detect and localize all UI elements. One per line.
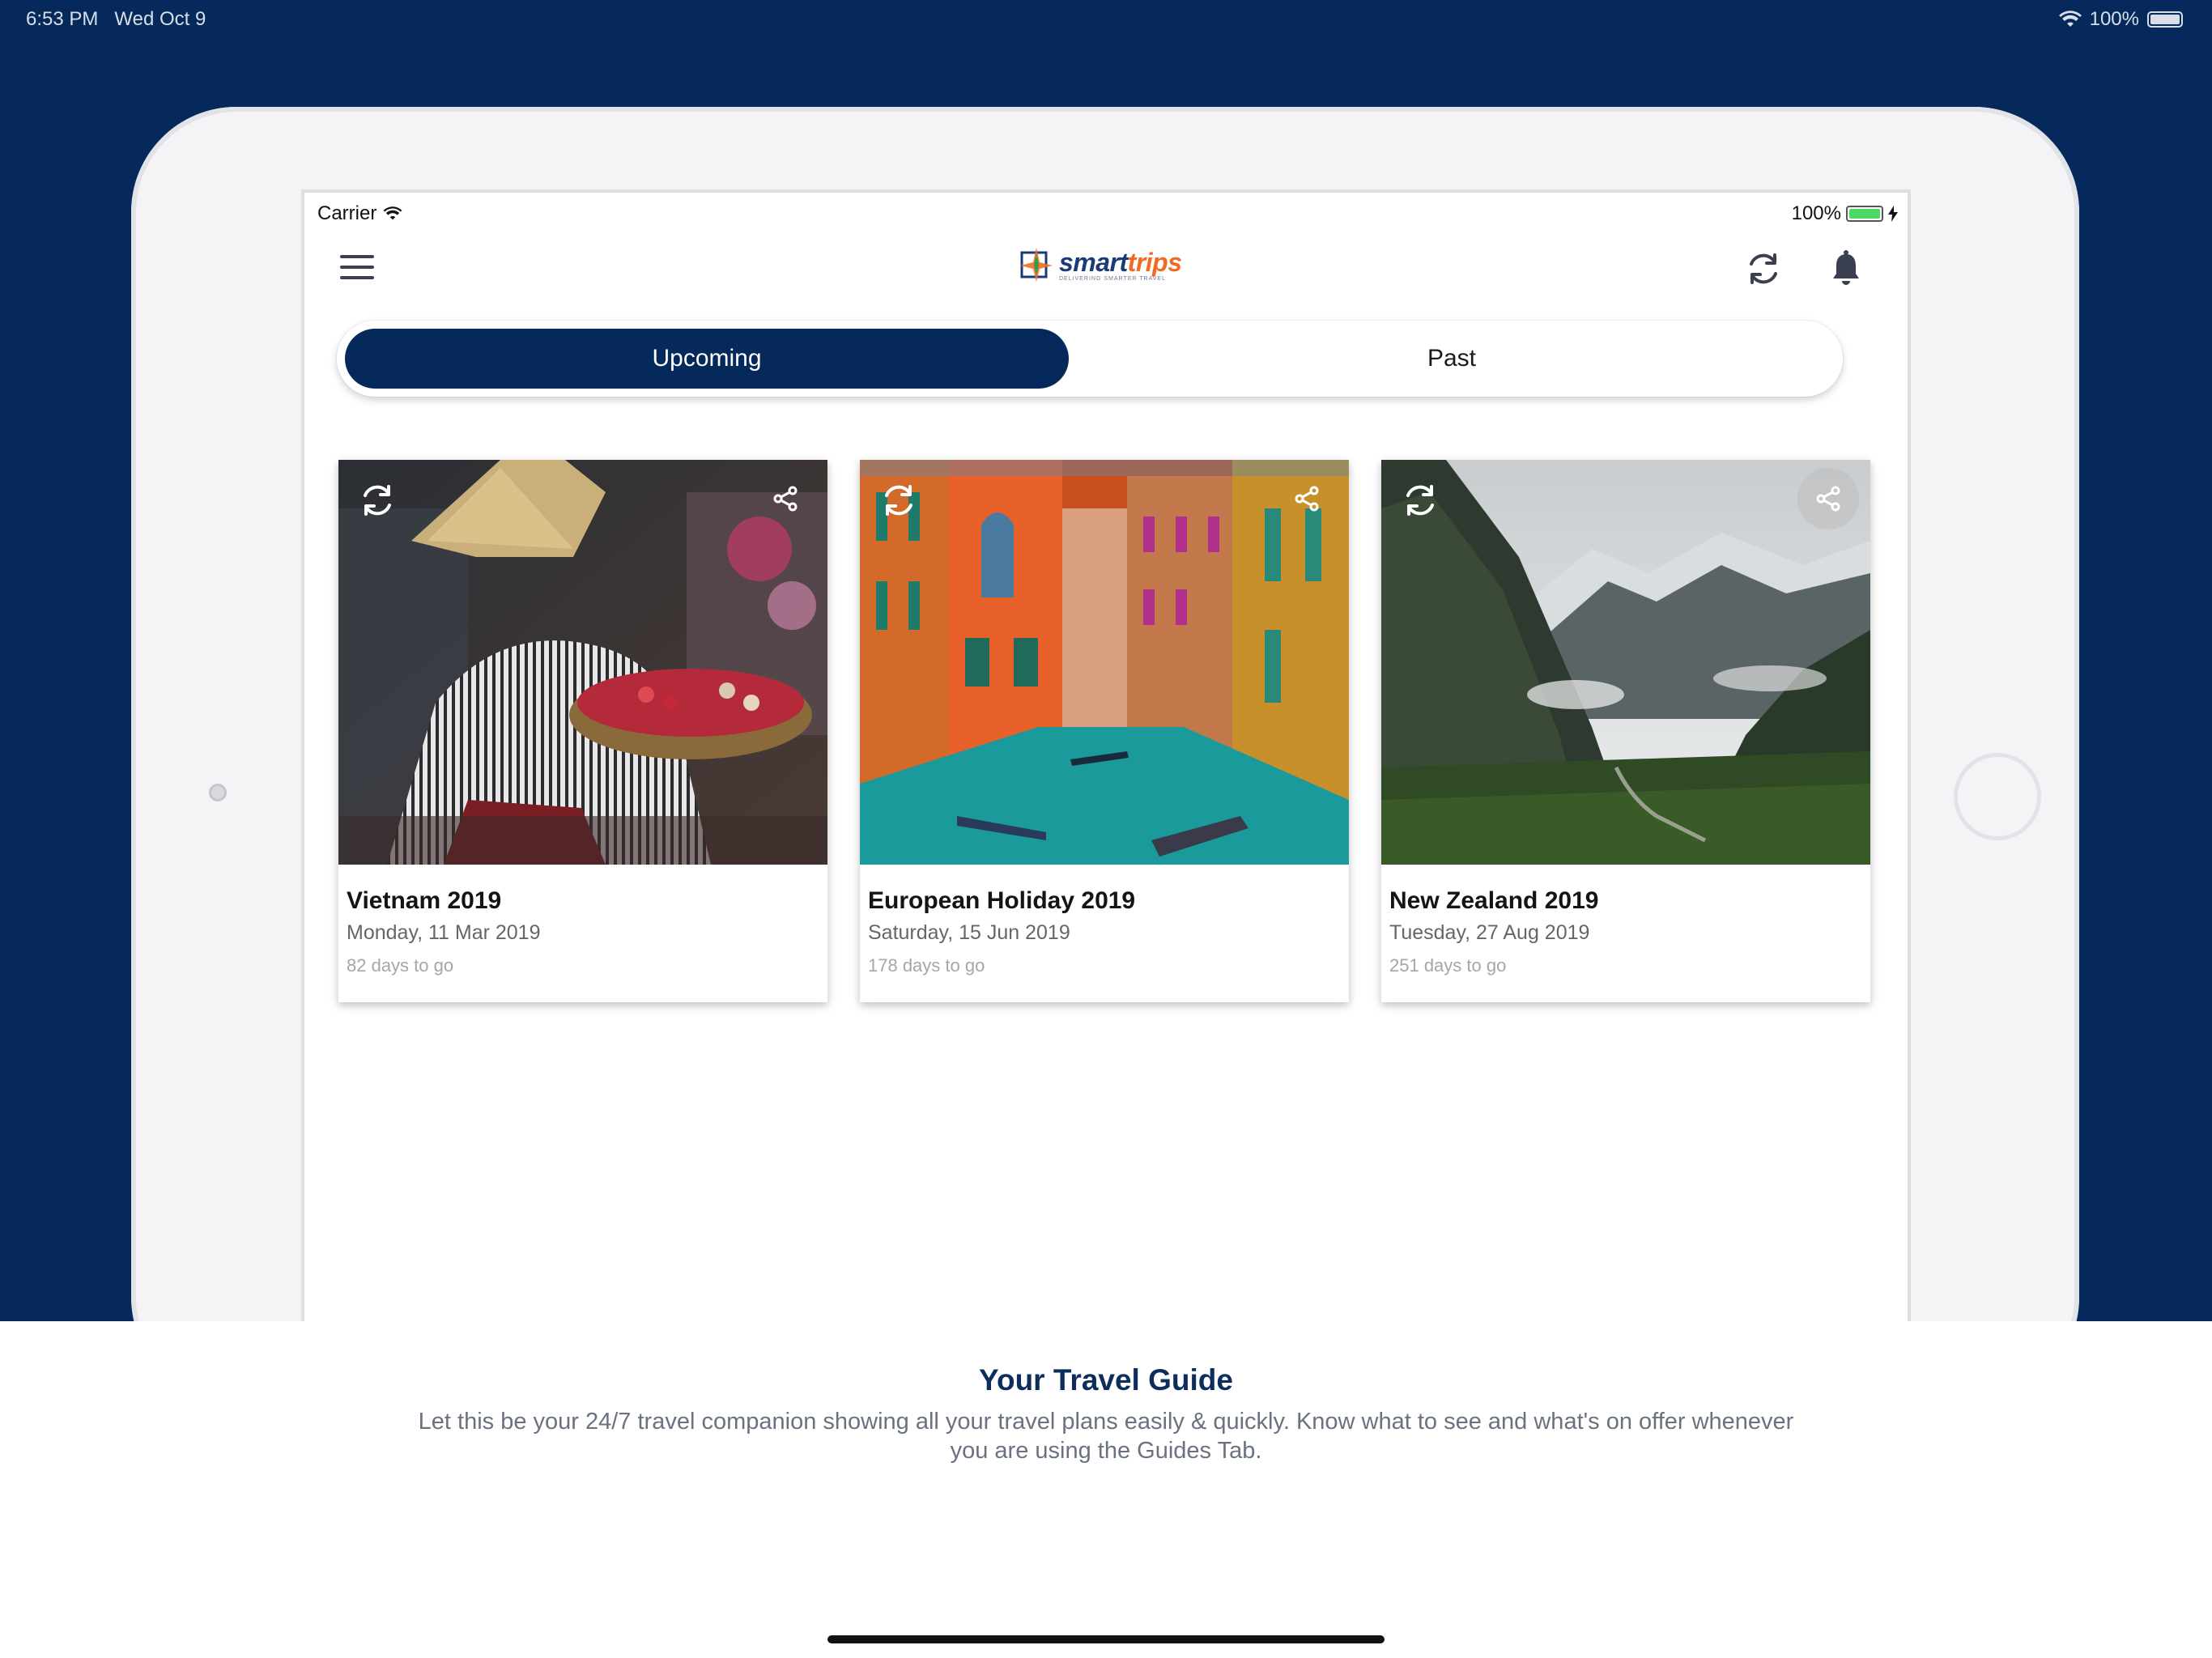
logo-text: smarttrips DELIVERING SMARTER TRAVEL [1059,249,1182,282]
card-share-button[interactable] [755,468,816,529]
trip-card[interactable]: Vietnam 2019 Monday, 11 Mar 2019 82 days… [338,460,827,1002]
card-sync-button[interactable] [878,479,920,521]
app-logo: smarttrips DELIVERING SMARTER TRAVEL [1020,248,1182,282]
trip-countdown: 178 days to go [868,955,985,976]
system-date-text: Wed Oct 9 [114,8,206,30]
notifications-button[interactable] [1825,248,1867,290]
menu-icon [340,255,374,258]
refresh-icon [1406,485,1434,516]
home-button [1954,753,2041,840]
trip-card[interactable]: European Holiday 2019 Saturday, 15 Jun 2… [860,460,1349,1002]
compass-logo-icon [1020,248,1053,282]
trip-photo-vietnam [338,460,827,865]
system-time: 6:53 PM Wed Oct 9 [26,8,206,31]
app-status-bar: Carrier 100% [304,193,1908,233]
wifi-icon [2058,11,2082,27]
card-sync-button[interactable] [1399,479,1441,521]
wifi-icon [383,206,402,220]
app-screen: Carrier 100% smarttrips DELIVERING SMART… [304,193,1908,1321]
refresh-icon [1750,253,1777,284]
trip-title: New Zealand 2019 [1389,887,1599,914]
tab-upcoming[interactable]: Upcoming [345,329,1069,389]
refresh-icon [885,485,912,516]
guide-title: Your Travel Guide [979,1363,1233,1397]
trip-countdown: 251 days to go [1389,955,1507,976]
home-indicator[interactable] [827,1635,1385,1643]
charging-icon [1888,206,1898,222]
logo-tagline: DELIVERING SMARTER TRAVEL [1059,275,1166,282]
trip-date: Tuesday, 27 Aug 2019 [1389,921,1590,944]
bell-icon [1833,250,1859,285]
trip-photo-new-zealand [1381,460,1870,865]
battery-icon [2147,11,2183,28]
card-share-button[interactable] [1276,468,1338,529]
guide-description: Let this be your 24/7 travel companion s… [418,1409,1794,1464]
system-status-right: 100% [2058,8,2183,31]
camera-icon [209,784,227,801]
sync-button[interactable] [1742,248,1784,290]
menu-button[interactable] [337,248,377,288]
trip-countdown: 82 days to go [347,955,454,976]
system-time-text: 6:53 PM [26,8,99,30]
trip-date: Monday, 11 Mar 2019 [347,921,541,944]
card-share-button[interactable] [1797,468,1859,529]
trip-card[interactable]: New Zealand 2019 Tuesday, 27 Aug 2019 25… [1381,460,1870,1002]
app-battery-text: 100% [1791,202,1841,224]
carrier-info: Carrier [317,202,402,225]
system-battery-text: 100% [2089,8,2139,30]
share-icon [773,486,798,512]
refresh-icon [364,485,391,516]
trip-title: Vietnam 2019 [347,887,502,914]
carrier-text: Carrier [317,202,377,224]
logo-word-smart: smart [1059,247,1128,277]
battery-icon [1846,206,1883,222]
tab-past[interactable]: Past [1069,329,1835,389]
app-navbar: smarttrips DELIVERING SMARTER TRAVEL [304,233,1908,314]
card-sync-button[interactable] [356,479,398,521]
share-icon [1816,486,1840,512]
trip-photo-venice [860,460,1349,865]
share-icon [1295,486,1319,512]
trip-date: Saturday, 15 Jun 2019 [868,921,1070,944]
marketing-background: 6:53 PM Wed Oct 9 100% Carrier 100% smar… [0,0,2212,1321]
system-status-bar: 6:53 PM Wed Oct 9 100% [0,0,2212,40]
logo-word-trips: trips [1127,247,1182,277]
trip-filter-tabs: Upcoming Past [337,321,1843,397]
app-status-right: 100% [1792,202,1898,225]
trip-title: European Holiday 2019 [868,887,1136,914]
